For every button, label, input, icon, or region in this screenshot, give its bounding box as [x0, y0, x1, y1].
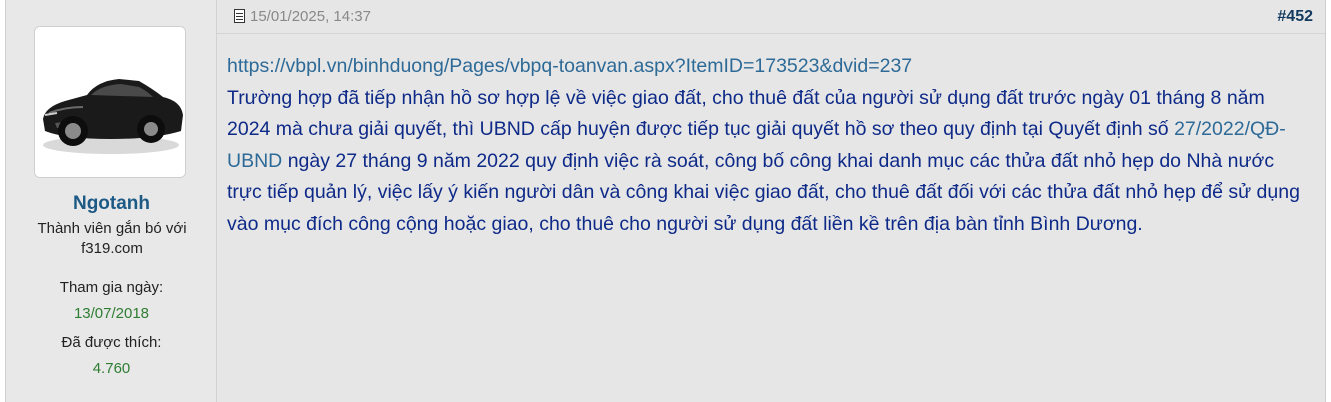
user-info-panel: Ngotanh Thành viên gắn bó với f319.com T… [6, 0, 217, 402]
post-date: 15/01/2025, 14:37 [250, 8, 371, 25]
likes-value: 4.760 [92, 360, 131, 377]
post-content: https://vbpl.vn/binhduong/Pages/vbpq-toa… [227, 51, 1307, 241]
join-date-label: Tham gia ngày: [59, 279, 164, 296]
post-text-part-1: Trường hợp đã tiếp nhận hồ sơ hợp lệ về … [227, 86, 1265, 141]
username[interactable]: Ngotanh [6, 193, 217, 215]
post-number-link[interactable]: #452 [1277, 8, 1313, 26]
likes-label: Đã được thích: [61, 334, 162, 351]
avatar[interactable] [34, 26, 186, 178]
document-icon [234, 9, 245, 23]
post-text-part-2: ngày 27 tháng 9 năm 2022 quy định việc r… [227, 149, 1300, 235]
join-date-value: 13/07/2018 [73, 305, 150, 322]
post-header: 15/01/2025, 14:37 #452 [217, 0, 1325, 34]
source-link[interactable]: https://vbpl.vn/binhduong/Pages/vbpq-toa… [227, 55, 912, 77]
user-title: Thành viên gắn bó với f319.com [37, 220, 187, 257]
car-avatar-image [35, 27, 185, 177]
